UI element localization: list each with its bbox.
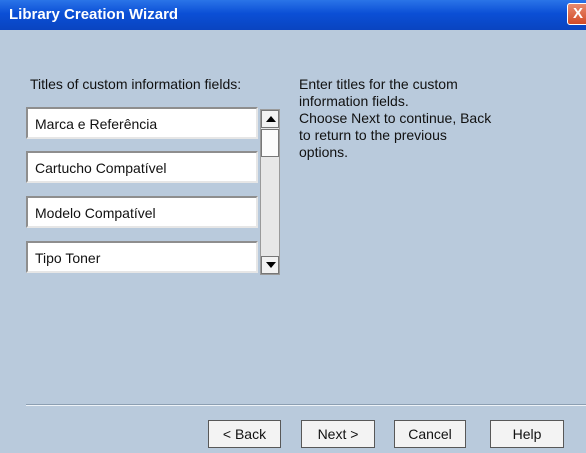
- fields-scrollbar[interactable]: [260, 109, 280, 275]
- arrow-down-icon: [266, 262, 276, 268]
- help-button[interactable]: Help: [490, 420, 564, 448]
- instructions-text: Enter titles for the custom information …: [299, 76, 529, 161]
- instructions-line-2: information fields.: [299, 93, 409, 109]
- scroll-down-button[interactable]: [261, 256, 279, 274]
- window-title: Library Creation Wizard: [9, 6, 179, 23]
- close-button[interactable]: X: [567, 3, 586, 25]
- custom-field-2[interactable]: Cartucho Compatível: [26, 151, 258, 183]
- next-button[interactable]: Next >: [301, 420, 375, 448]
- instructions-line-1: Enter titles for the custom: [299, 76, 458, 92]
- instructions-line-4: to return to the previous: [299, 127, 447, 143]
- fields-label: Titles of custom information fields:: [30, 76, 242, 92]
- scroll-up-button[interactable]: [261, 110, 279, 128]
- arrow-up-icon: [266, 116, 276, 122]
- custom-field-4[interactable]: Tipo Toner: [26, 241, 258, 273]
- instructions-line-3: Choose Next to continue, Back: [299, 110, 492, 126]
- custom-field-1[interactable]: Marca e Referência: [26, 107, 258, 139]
- title-bar: Library Creation Wizard: [0, 0, 586, 30]
- wizard-window: Library Creation Wizard X Titles of cust…: [0, 0, 586, 453]
- button-separator: [26, 404, 586, 406]
- instructions-line-5: options.: [299, 144, 349, 160]
- cancel-button[interactable]: Cancel: [394, 420, 466, 448]
- close-icon: X: [572, 5, 583, 22]
- scroll-thumb[interactable]: [261, 129, 279, 157]
- back-button[interactable]: < Back: [208, 420, 281, 448]
- custom-field-3[interactable]: Modelo Compatível: [26, 196, 258, 228]
